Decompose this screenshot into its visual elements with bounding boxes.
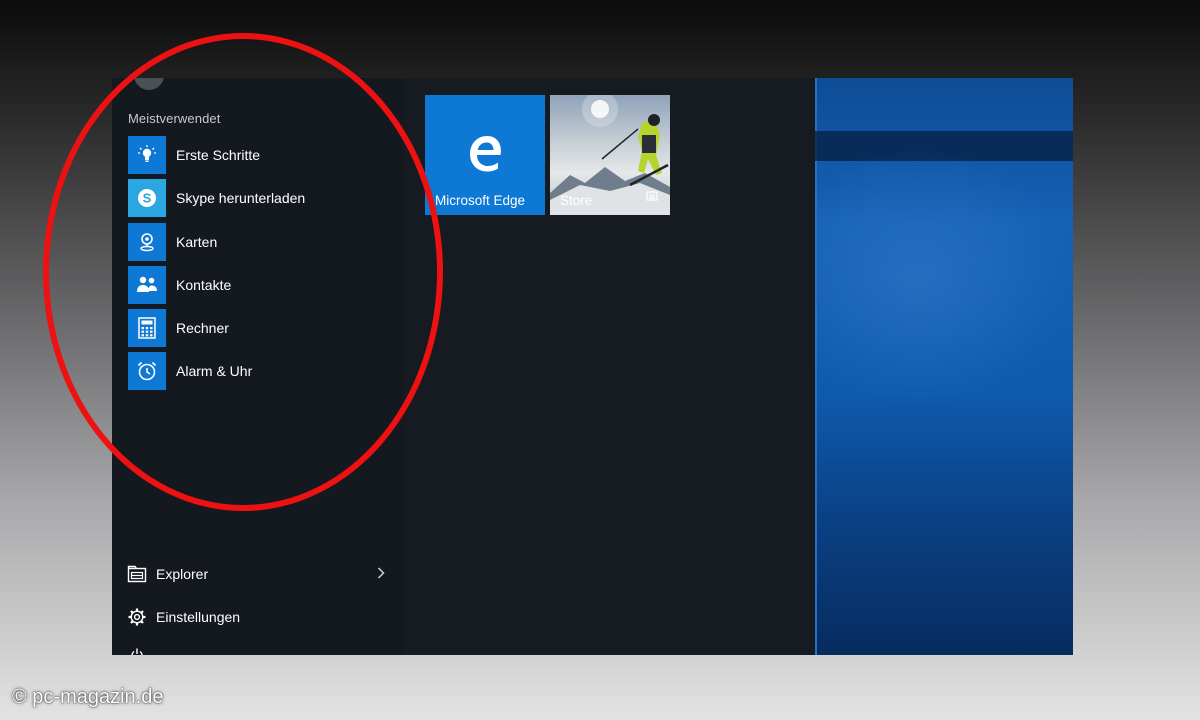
settings-item[interactable]: Einstellungen [126,602,386,632]
explorer-label: Explorer [156,566,209,582]
settings-label: Einstellungen [156,609,241,625]
store-icon [646,188,658,206]
tile-store[interactable]: Store [550,95,670,215]
app-list-column: Meistverwendet Erste Schritte S Skype he… [112,78,402,655]
app-label: Karten [176,233,218,250]
wallpaper-glow [815,148,1073,408]
chevron-right-icon[interactable] [376,566,386,583]
edge-icon [465,133,505,173]
skype-icon: S [128,179,166,218]
lightbulb-icon [128,136,166,174]
user-avatar[interactable] [134,78,164,90]
app-item-alarm-uhr[interactable]: Alarm & Uhr [128,352,398,391]
app-item-kontakte[interactable]: Kontakte [128,265,398,304]
tile-microsoft-edge[interactable]: Microsoft Edge [425,95,545,215]
most-used-list: Erste Schritte S Skype herunterladen Kar… [128,136,398,396]
most-used-heading: Meistverwendet [128,111,221,126]
tile-label: Microsoft Edge [435,193,526,208]
watermark: © pc-magazin.de [12,686,164,708]
app-item-rechner[interactable]: Rechner [128,309,398,348]
gear-icon [126,606,148,628]
app-item-erste-schritte[interactable]: Erste Schritte [128,136,398,174]
tile-label: Store [560,193,593,208]
app-label: Alarm & Uhr [176,363,253,380]
app-label: Rechner [176,320,229,337]
app-label: Skype herunterladen [176,190,306,207]
svg-text:S: S [143,191,152,206]
maps-icon [128,222,166,261]
app-label: Kontakte [176,276,232,293]
app-label: Erste Schritte [176,147,261,163]
desktop-background [815,78,1073,655]
file-explorer-icon [126,563,148,585]
alarm-clock-icon [128,352,166,391]
app-item-skype[interactable]: S Skype herunterladen [128,179,398,218]
start-menu-screenshot: Meistverwendet Erste Schritte S Skype he… [112,78,1073,655]
calculator-icon [128,309,166,348]
contacts-icon [128,265,166,304]
power-icon[interactable] [130,648,144,655]
app-item-karten[interactable]: Karten [128,222,398,261]
start-menu: Meistverwendet Erste Schritte S Skype he… [112,78,815,655]
explorer-item[interactable]: Explorer [126,559,386,589]
